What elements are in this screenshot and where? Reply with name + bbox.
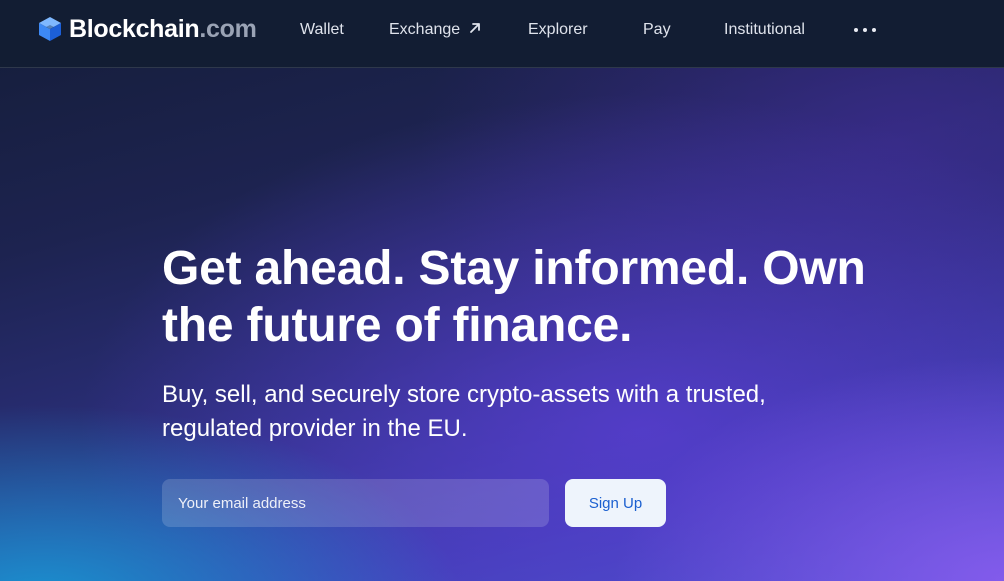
email-input[interactable] <box>162 479 549 527</box>
blockchain-cube-icon <box>37 16 63 42</box>
nav-item-label: Exchange <box>389 21 461 38</box>
brand-name-main: Blockchain <box>69 14 200 43</box>
more-dots-icon[interactable] <box>854 25 876 35</box>
brand-logo[interactable]: Blockchain.com <box>37 14 257 44</box>
nav-item-institutional[interactable]: Institutional <box>724 20 805 40</box>
external-arrow-icon <box>468 21 482 40</box>
nav-item-label: Explorer <box>528 21 588 38</box>
nav-item-pay[interactable]: Pay <box>643 20 671 40</box>
nav-item-exchange[interactable]: Exchange <box>389 20 482 40</box>
hero-title: Get ahead. Stay informed. Own the future… <box>162 242 866 352</box>
nav-item-wallet[interactable]: Wallet <box>300 20 344 40</box>
nav-item-label: Institutional <box>724 21 805 38</box>
nav-item-label: Wallet <box>300 21 344 38</box>
nav-item-label: Pay <box>643 21 671 38</box>
top-navbar: Blockchain.com Wallet Exchange Explorer … <box>0 0 1004 68</box>
page: Blockchain.com Wallet Exchange Explorer … <box>0 0 1004 581</box>
hero-subtitle: Buy, sell, and securely store crypto-ass… <box>162 381 766 442</box>
brand-name-suffix: .com <box>199 14 257 43</box>
signup-button[interactable]: Sign Up <box>565 479 666 527</box>
brand-name: Blockchain.com <box>69 15 257 44</box>
nav-item-explorer[interactable]: Explorer <box>528 20 588 40</box>
